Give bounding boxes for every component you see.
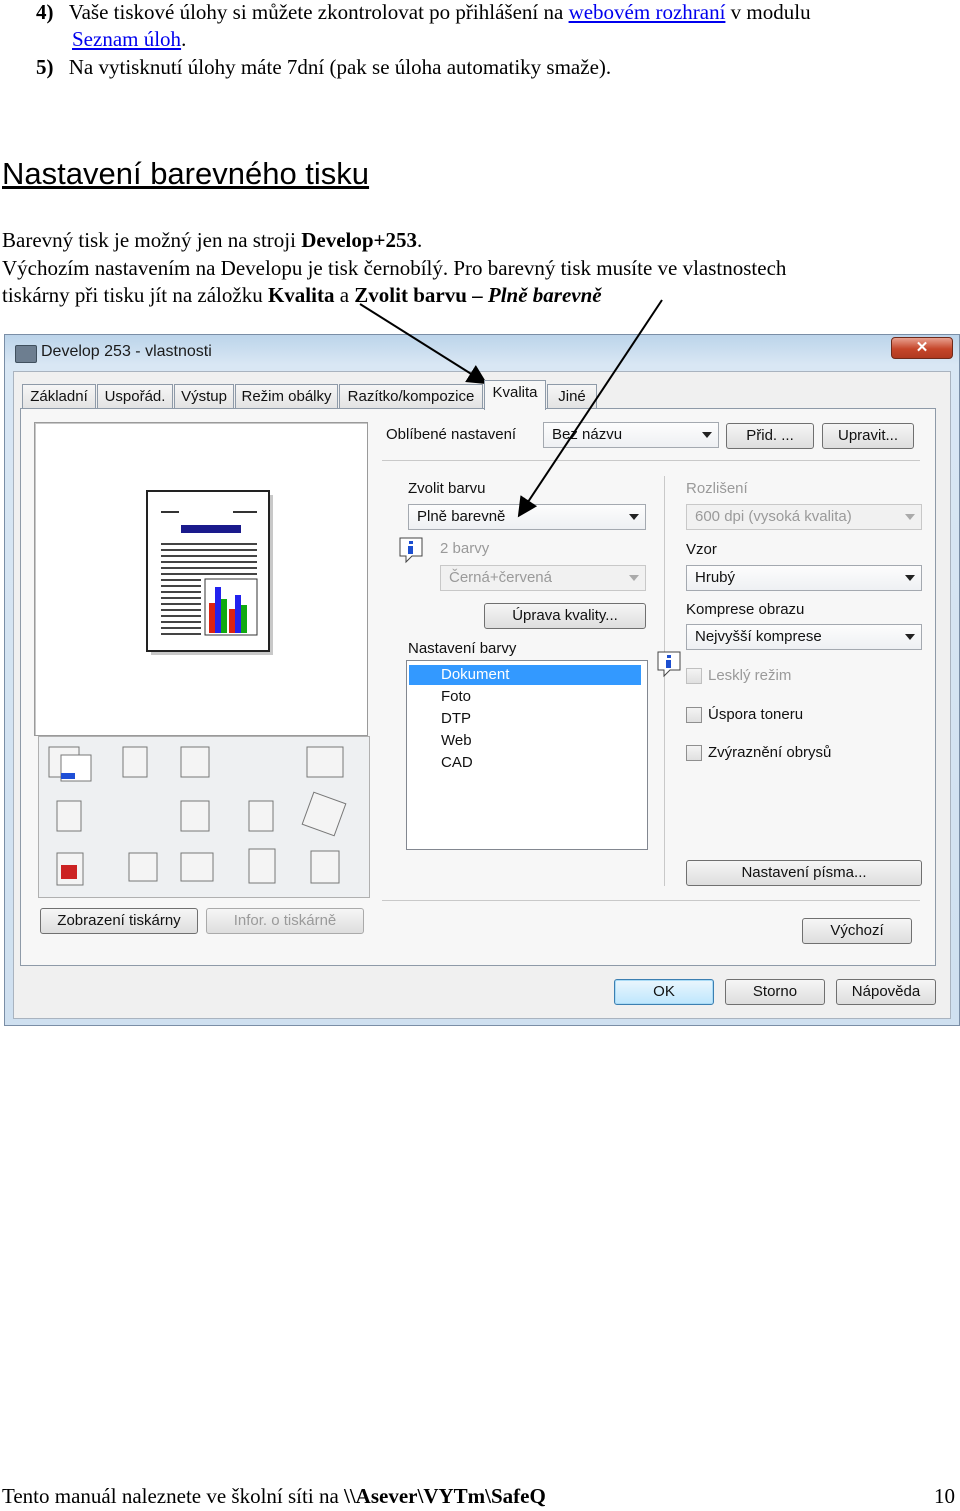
annotation-arrows xyxy=(359,299,663,518)
text: Tento manuál naleznete ve školní síti na xyxy=(2,1484,345,1508)
network-path: \\Asever\VYTm\SafeQ xyxy=(344,1484,546,1508)
tab-kvalita[interactable]: Kvalita xyxy=(484,380,546,410)
page-number: 10 xyxy=(934,1484,955,1508)
footer-text: Tento manuál naleznete ve školní síti na… xyxy=(2,1484,546,1509)
arrow-to-tab xyxy=(359,303,488,385)
